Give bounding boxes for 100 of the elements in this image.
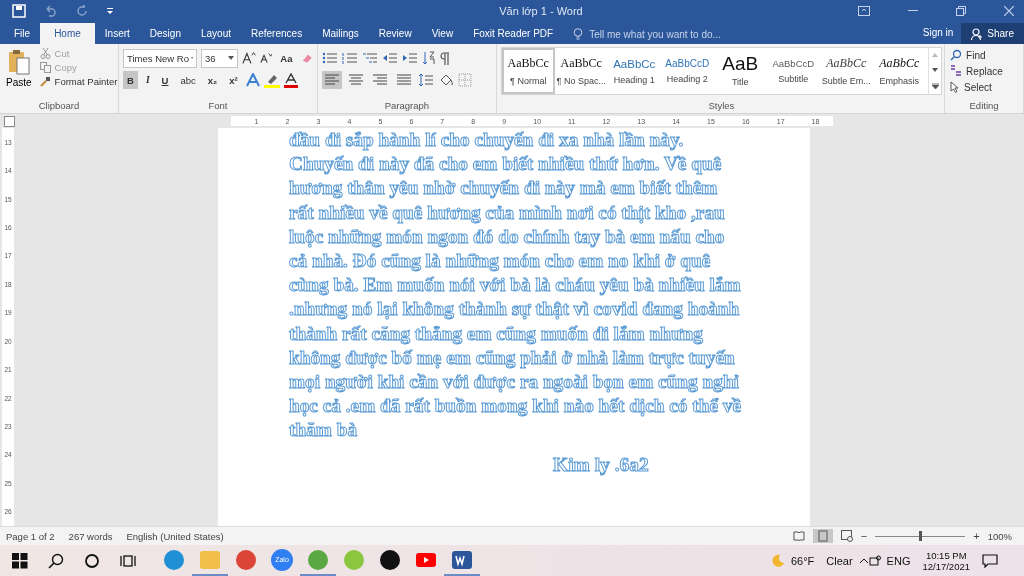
- font-size-dropdown[interactable]: 36: [201, 48, 238, 68]
- ribbon-tab[interactable]: Insert: [94, 23, 140, 44]
- save-icon[interactable]: [12, 4, 26, 18]
- font-style-button[interactable]: x₂: [203, 71, 222, 89]
- minimize-icon[interactable]: [908, 10, 918, 12]
- group-label: Clipboard: [37, 100, 81, 113]
- replace-button[interactable]: Replace: [949, 63, 1019, 79]
- read-mode-icon[interactable]: [792, 531, 805, 541]
- document-text-line: luộc những món ngon đó do chính tay bà em nấu cho: [289, 224, 726, 249]
- group-label: Styles: [707, 100, 736, 113]
- caret-icon: [190, 56, 193, 60]
- ribbon-tab[interactable]: Home: [40, 23, 95, 44]
- document-text-line: rất nhiều về quê hương của mình nơi có thịt kho ,rau: [289, 200, 726, 225]
- input-language[interactable]: ENG: [886, 554, 911, 567]
- tab-selector[interactable]: [4, 115, 15, 127]
- customize-icon[interactable]: [106, 7, 114, 15]
- clipboard-icon: [7, 49, 30, 75]
- scroll-down-icon[interactable]: [932, 68, 939, 72]
- more-icon[interactable]: [931, 82, 939, 89]
- ribbon-tab[interactable]: Review: [368, 23, 422, 44]
- word-count: 267 words: [68, 530, 113, 542]
- restore-icon[interactable]: [956, 6, 966, 16]
- search-icon: [950, 49, 963, 61]
- zoom-in-button[interactable]: +: [973, 530, 980, 542]
- redo-icon[interactable]: [76, 5, 88, 17]
- app-icon: [235, 548, 257, 571]
- clock-time[interactable]: 10:15 PM: [925, 549, 967, 561]
- format-painter-button[interactable]: Format Painter: [37, 75, 120, 88]
- ribbon-tab[interactable]: Design: [139, 23, 191, 44]
- weather-condition[interactable]: Clear: [826, 554, 853, 567]
- ribbon-tab[interactable]: Mailings: [312, 23, 369, 44]
- close-icon[interactable]: [1004, 6, 1014, 16]
- clock-date[interactable]: 12/17/2021: [922, 560, 970, 572]
- tell-me-field[interactable]: Tell me what you want to do...: [573, 24, 772, 44]
- signature-text: Kim ly .6a2: [553, 452, 649, 477]
- font-style-button[interactable]: x²: [225, 71, 242, 89]
- font-name-dropdown[interactable]: Times New Ro: [123, 48, 197, 68]
- pilcrow-icon[interactable]: [440, 51, 450, 65]
- replace-icon: [950, 65, 963, 77]
- group-label: Font: [207, 100, 229, 113]
- change-case-button[interactable]: Aa: [276, 49, 297, 67]
- brush-icon: [39, 76, 51, 87]
- bullets-icon[interactable]: [322, 52, 338, 64]
- shrink-font-icon[interactable]: [259, 52, 273, 64]
- app-icon: [343, 548, 365, 571]
- cortana-icon[interactable]: [84, 552, 100, 569]
- app-icon: [199, 548, 221, 571]
- style-tile[interactable]: AaBbCc ¶ Normal: [501, 48, 555, 94]
- share-button[interactable]: Share: [961, 23, 1024, 44]
- highlighter-icon[interactable]: [263, 72, 280, 88]
- find-button[interactable]: Find: [949, 47, 1019, 63]
- zoom-out-button[interactable]: −: [860, 530, 868, 542]
- sort-icon[interactable]: [422, 51, 436, 65]
- windows-start-icon[interactable]: [12, 552, 28, 569]
- multilevel-list-icon[interactable]: [362, 52, 378, 64]
- ribbon-tab[interactable]: Foxit Reader PDF: [463, 23, 564, 44]
- grow-font-icon[interactable]: [241, 51, 256, 65]
- ribbon-display-icon[interactable]: [858, 6, 870, 16]
- font-color-icon[interactable]: [283, 72, 298, 88]
- window-title: Văn lớp 1 - Word: [498, 5, 584, 17]
- document-text-line: đầu đi sắp hành lí cho chuyến đi xa nhà lần này.: [289, 128, 685, 153]
- notification-icon[interactable]: [982, 553, 998, 568]
- paste-button[interactable]: Paste: [4, 47, 34, 90]
- person-icon: [971, 27, 984, 40]
- temperature[interactable]: 66°F: [790, 554, 815, 567]
- print-layout-icon[interactable]: [812, 529, 833, 543]
- line-spacing-icon[interactable]: [418, 73, 434, 87]
- sign-in-link[interactable]: Sign in: [914, 22, 962, 44]
- ribbon-tab[interactable]: Layout: [190, 23, 241, 44]
- zoom-level[interactable]: 100%: [987, 530, 1012, 542]
- ribbon-tab[interactable]: File: [4, 23, 41, 44]
- app-icon: [379, 548, 401, 571]
- font-style-button[interactable]: B: [123, 71, 138, 89]
- moon-icon: [770, 553, 785, 568]
- zoom-slider[interactable]: [875, 531, 966, 541]
- copy-icon: [39, 62, 51, 73]
- shading-icon[interactable]: [438, 73, 454, 87]
- group-label: Paragraph: [383, 100, 431, 113]
- undo-icon[interactable]: [44, 5, 58, 17]
- ribbon-tab[interactable]: References: [241, 23, 313, 44]
- font-style-button[interactable]: I: [141, 71, 154, 89]
- font-style-button[interactable]: U: [157, 71, 173, 89]
- search-icon[interactable]: [48, 552, 64, 569]
- web-layout-icon[interactable]: [840, 530, 853, 542]
- select-button[interactable]: Select: [949, 79, 1019, 95]
- document-text-line: thăm bà: [289, 418, 359, 443]
- cursor-icon: [950, 81, 961, 93]
- zoom-slider-thumb[interactable]: [919, 531, 923, 541]
- document-text-line: không được bố mẹ em cũng phải ở nhà làm trực tuyến: [289, 345, 736, 371]
- chevron-up-icon[interactable]: [858, 557, 869, 564]
- app-icon: [451, 548, 473, 571]
- task-view-icon[interactable]: [120, 552, 136, 569]
- increase-indent-icon[interactable]: [402, 52, 418, 64]
- text-effects-icon[interactable]: [245, 73, 260, 87]
- font-style-button[interactable]: abc: [176, 71, 200, 89]
- lightbulb-icon: [573, 28, 584, 40]
- decrease-indent-icon[interactable]: [382, 52, 398, 64]
- document-text-line: hương thân yêu nhờ chuyến đi này mà em biết thêm: [289, 176, 719, 201]
- ribbon-tab[interactable]: View: [421, 23, 464, 44]
- network-icon[interactable]: [868, 554, 881, 567]
